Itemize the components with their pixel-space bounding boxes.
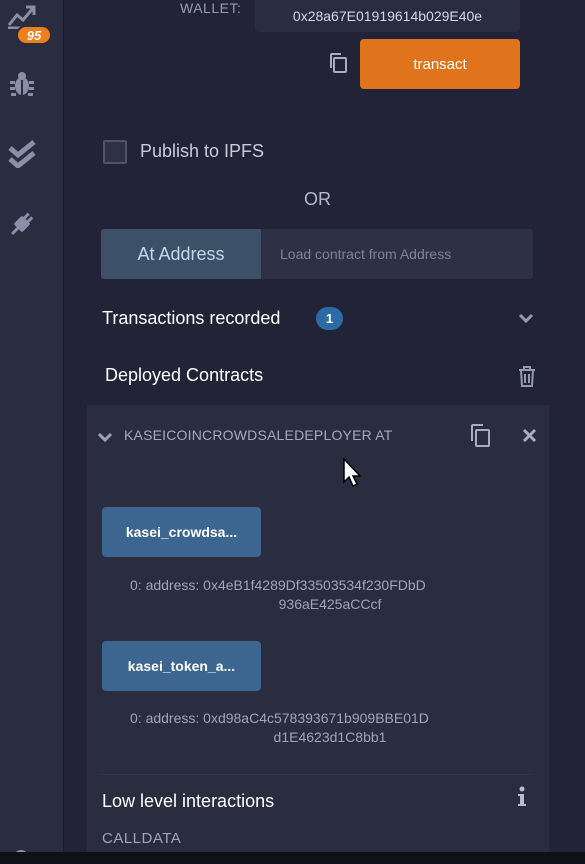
- calldata-label: CALLDATA: [102, 830, 182, 847]
- icon-sidebar: 95: [0, 0, 64, 864]
- double-check-icon[interactable]: [0, 132, 44, 176]
- plugin-count-badge: 95: [16, 25, 52, 45]
- publish-ipfs-label: Publish to IPFS: [140, 141, 265, 161]
- transact-button[interactable]: transact: [360, 39, 520, 89]
- load-address-input[interactable]: [261, 229, 533, 279]
- result-line: 0: address: 0x4eB1f4289Df33503534f230FDb…: [130, 577, 426, 593]
- copy-icon[interactable]: [328, 52, 348, 74]
- contract-name[interactable]: KASEICOINCROWDSALEDEPLOYER AT: [124, 427, 393, 443]
- or-separator: OR: [304, 189, 331, 209]
- deployed-contracts-title: Deployed Contracts: [105, 365, 264, 385]
- bottom-bar: [0, 852, 585, 864]
- result-line: 936aE425aCCcf: [278, 596, 382, 612]
- at-address-button[interactable]: At Address: [101, 229, 261, 279]
- info-icon[interactable]: [517, 786, 527, 808]
- chevron-down-icon[interactable]: [517, 311, 535, 325]
- trash-icon[interactable]: [518, 366, 536, 388]
- low-level-interactions-title: Low level interactions: [102, 791, 275, 811]
- function-result: 0: address: 0xd98aC4c578393671b909BBE01D…: [130, 709, 530, 747]
- transactions-count-badge: 1: [316, 307, 343, 330]
- bug-icon[interactable]: [0, 62, 44, 106]
- wallet-address-field[interactable]: 0x28a67E01919614b029E40e: [255, 0, 520, 32]
- publish-ipfs-checkbox[interactable]: [103, 140, 127, 164]
- function-button-kasei-crowdsale[interactable]: kasei_crowdsa...: [102, 507, 261, 557]
- transactions-recorded-title[interactable]: Transactions recorded: [102, 308, 280, 329]
- result-line: d1E4623d1C8bb1: [273, 729, 387, 745]
- copy-icon[interactable]: [469, 423, 491, 448]
- divider: [101, 774, 531, 775]
- mouse-cursor-icon: [343, 457, 363, 488]
- function-result: 0: address: 0x4eB1f4289Df33503534f230FDb…: [130, 576, 530, 614]
- function-button-kasei-token[interactable]: kasei_token_a...: [102, 641, 261, 691]
- wallet-label: WALLET:: [180, 0, 242, 16]
- close-icon[interactable]: [522, 428, 537, 443]
- chevron-down-icon[interactable]: [97, 430, 113, 443]
- result-line: 0: address: 0xd98aC4c578393671b909BBE01D: [130, 710, 429, 726]
